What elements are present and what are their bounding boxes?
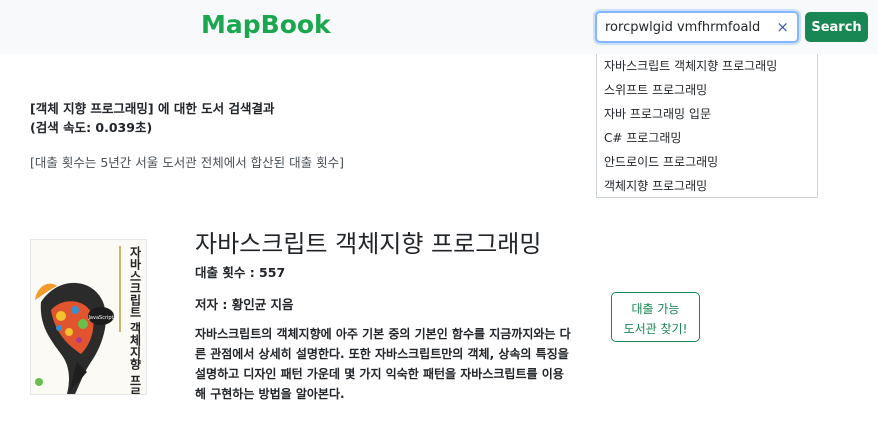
book-cover-image[interactable]: 자바스크립트 객체지향 프로그래밍 JavaScript (30, 239, 147, 395)
search-button[interactable]: Search (805, 12, 868, 42)
cover-title: 자바스크립트 객체지향 프로그래밍 (128, 245, 142, 395)
book-title[interactable]: 자바스크립트 객체지향 프로그래밍 (195, 224, 541, 259)
find-library-button[interactable]: 대출 가능 도서관 찾기! (611, 292, 700, 342)
book-description: 자바스크립트의 객체지향에 아주 기본 중의 기본인 함수를 지금까지와는 다른… (195, 327, 571, 401)
find-library-button-line2: 도서관 찾기! (623, 321, 688, 336)
search-box[interactable]: × (595, 11, 799, 43)
suggestion-item[interactable]: C# 프로그래밍 (597, 126, 817, 150)
header-bar: MapBook × Search (0, 0, 878, 54)
search-input[interactable] (605, 13, 765, 41)
loan-count: 대출 횟수 : 557 (195, 265, 286, 280)
search-speed: (검색 속도: 0.039초) (30, 120, 153, 135)
suggestion-item[interactable]: 안드로이드 프로그래밍 (597, 150, 817, 174)
app-logo[interactable]: MapBook (201, 10, 331, 39)
loan-count-note: [대출 횟수는 5년간 서울 도서관 전체에서 합산된 대출 횟수] (30, 155, 344, 170)
find-library-button-line1: 대출 가능 (631, 301, 680, 316)
book-cover-art: 자바스크립트 객체지향 프로그래밍 JavaScript (31, 240, 146, 395)
suggestion-item[interactable]: 스위프트 프로그래밍 (597, 78, 817, 102)
autocomplete-dropdown: 자바스크립트 객체지향 프로그래밍 스위프트 프로그래밍 자바 프로그래밍 입문… (596, 54, 818, 198)
book-author: 저자 : 황인균 지음 (195, 297, 294, 312)
result-query-label: [객체 지향 프로그래밍] 에 대한 도서 검색결과 (30, 101, 275, 116)
suggestion-item[interactable]: 자바 프로그래밍 입문 (597, 102, 817, 126)
suggestion-item[interactable]: 자바스크립트 객체지향 프로그래밍 (597, 54, 817, 78)
cover-badge: JavaScript (87, 315, 113, 321)
clear-icon[interactable]: × (776, 18, 789, 36)
suggestion-item[interactable]: 객체지향 프로그래밍 (597, 174, 817, 198)
search-result-heading: [객체 지향 프로그래밍] 에 대한 도서 검색결과 (검색 속도: 0.039… (30, 99, 275, 137)
